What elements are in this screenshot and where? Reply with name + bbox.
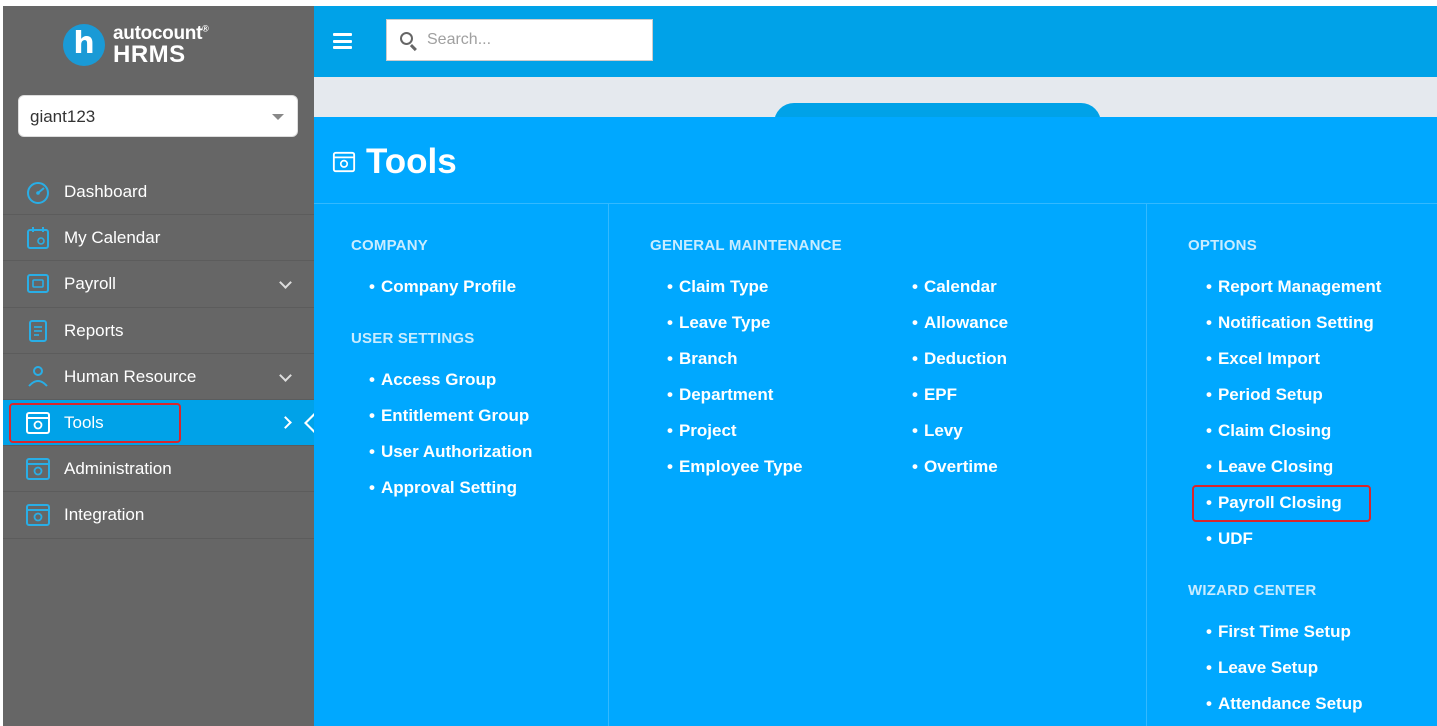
chevron-down-icon [279,276,292,290]
content-band [314,77,1437,143]
search-box [386,19,653,61]
link-department[interactable]: Department [667,385,773,405]
sidebar-item-my-calendar[interactable]: My Calendar [3,215,314,262]
payroll-icon [27,274,49,294]
app-root: h autocount® HRMS giant123 Dashboard My … [0,0,1437,726]
section-heading-user-settings: USER SETTINGS [351,330,475,347]
tools-highlight-box [9,402,181,443]
link-employee-type[interactable]: Employee Type [667,457,802,477]
link-leave-closing[interactable]: Leave Closing [1206,457,1333,477]
sidebar-item-tools[interactable]: Tools [3,399,318,447]
sidebar-item-label: Reports [64,320,124,340]
link-calendar[interactable]: Calendar [912,277,997,297]
admin-window-icon [26,458,50,481]
link-first-time-setup[interactable]: First Time Setup [1206,622,1351,642]
link-leave-setup[interactable]: Leave Setup [1206,658,1318,678]
sidebar-nav: Dashboard My Calendar Payroll Reports Hu… [3,169,318,539]
section-heading-company: COMPANY [351,237,428,254]
section-heading-options: OPTIONS [1188,237,1257,254]
link-claim-type[interactable]: Claim Type [667,277,768,297]
link-notification-setting[interactable]: Notification Setting [1206,313,1374,333]
column-divider [608,204,609,726]
sidebar-item-label: Dashboard [64,182,148,201]
calendar-icon [27,227,49,250]
chevron-right-icon [279,416,292,429]
sidebar-item-integration[interactable]: Integration [3,492,314,539]
caret-down-icon [272,114,284,120]
logo-mark: ® [202,23,209,34]
link-company-profile[interactable]: Company Profile [369,277,516,297]
company-select[interactable]: giant123 [18,95,298,137]
link-overtime[interactable]: Overtime [912,457,998,477]
sidebar-item-payroll[interactable]: Payroll [3,261,314,308]
sidebar-item-human-resource[interactable]: Human Resource [3,354,314,400]
link-excel-import[interactable]: Excel Import [1206,349,1320,369]
link-udf[interactable]: UDF [1206,529,1253,549]
link-claim-closing[interactable]: Claim Closing [1206,421,1331,441]
link-access-group[interactable]: Access Group [369,370,496,390]
link-levy[interactable]: Levy [912,421,963,441]
link-project[interactable]: Project [667,421,737,441]
link-deduction[interactable]: Deduction [912,349,1007,369]
logo-line2: HRMS [113,40,186,68]
sidebar-item-label: Payroll [64,274,116,294]
link-period-setup[interactable]: Period Setup [1206,385,1323,405]
link-approval-setting[interactable]: Approval Setting [369,478,517,498]
brand-logo[interactable]: h autocount® HRMS [63,20,209,70]
panel-title-text: Tools [366,142,457,181]
sidebar-item-label: My Calendar [64,228,161,248]
sidebar-item-reports[interactable]: Reports [3,308,314,354]
sidebar: h autocount® HRMS giant123 Dashboard My … [3,6,318,726]
link-user-authorization[interactable]: User Authorization [369,442,532,462]
sidebar-item-label: Administration [64,459,172,479]
gauge-icon [27,182,49,204]
link-report-management[interactable]: Report Management [1206,277,1381,297]
tools-window-icon [332,151,356,173]
tools-panel: Tools COMPANY Company Profile USER SETTI… [314,117,1437,726]
link-epf[interactable]: EPF [912,385,957,405]
logo-mark-icon: h [63,24,105,66]
logo-text: autocount® HRMS [113,23,209,68]
panel-divider [314,203,1437,204]
search-input[interactable] [427,29,642,51]
link-attendance-setup[interactable]: Attendance Setup [1206,694,1363,714]
section-heading-wizard-center: WIZARD CENTER [1188,582,1317,599]
link-leave-type[interactable]: Leave Type [667,313,770,333]
link-branch[interactable]: Branch [667,349,738,369]
company-select-value: giant123 [30,107,96,126]
section-heading-general-maintenance: GENERAL MAINTENANCE [650,237,842,254]
payroll-closing-highlight-box [1192,485,1371,522]
report-icon [29,319,47,342]
chevron-down-icon [279,368,292,382]
sidebar-item-administration[interactable]: Administration [3,446,314,493]
search-icon [400,32,413,45]
human-resource-icon [28,365,48,387]
link-allowance[interactable]: Allowance [912,313,1008,333]
sidebar-item-label: Integration [64,505,145,525]
hamburger-menu-icon[interactable] [333,33,352,49]
sidebar-item-dashboard[interactable]: Dashboard [3,169,314,216]
integration-window-icon [26,504,50,527]
link-entitlement-group[interactable]: Entitlement Group [369,406,529,426]
panel-title: Tools [332,139,457,185]
column-divider [1146,204,1147,726]
sidebar-item-label: Human Resource [64,366,197,386]
top-header [314,6,1437,77]
